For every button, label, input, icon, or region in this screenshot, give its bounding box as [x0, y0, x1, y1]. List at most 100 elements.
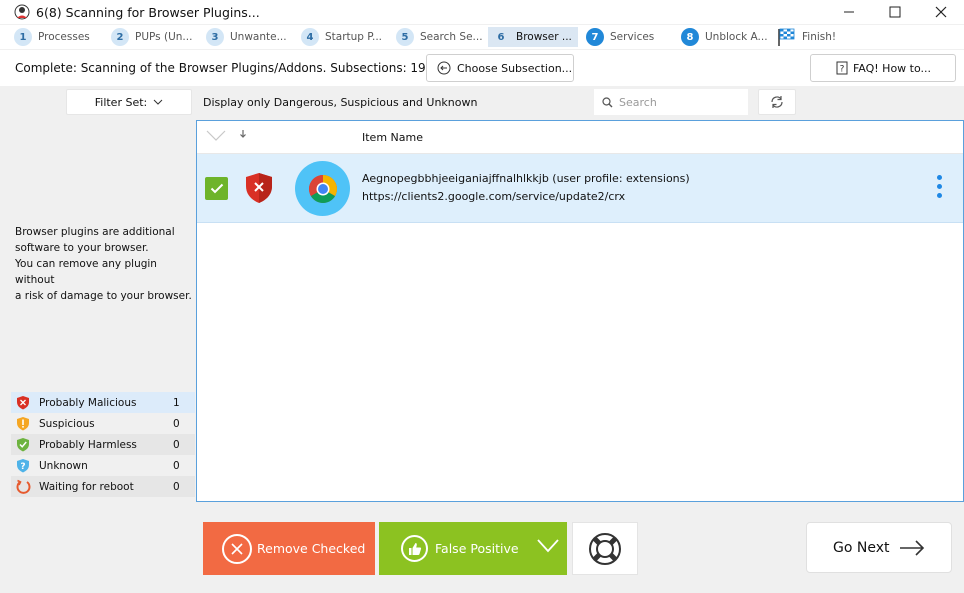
column-header-item-name[interactable]: Item Name — [362, 131, 423, 144]
stats-list: Probably Malicious 1 Suspicious 0 Probab… — [11, 392, 195, 497]
shield-exclamation-icon — [17, 417, 29, 431]
items-table: Item Name Aegnopegbbhjeeiganiajffnalhlkk… — [196, 120, 964, 502]
step-unwanted[interactable]: 3 Unwante... — [206, 27, 287, 47]
stat-suspicious[interactable]: Suspicious 0 — [11, 413, 195, 434]
checkered-flag-icon — [778, 28, 795, 46]
step-label: Processes — [38, 31, 90, 43]
description-line: Browser plugins are additional — [15, 226, 175, 238]
stat-waiting-for-reboot[interactable]: Waiting for reboot 0 — [11, 476, 195, 497]
close-circle-icon — [231, 542, 243, 555]
step-unblock[interactable]: 8 Unblock A... — [681, 27, 768, 47]
item-name: Aegnopegbbhjeeiganiajffnalhlkkjb (user p… — [362, 172, 690, 185]
go-next-button[interactable]: Go Next — [806, 522, 952, 573]
step-number: 1 — [14, 28, 32, 46]
description-line: You can remove any plugin without — [15, 258, 157, 286]
minimize-button[interactable] — [826, 0, 872, 24]
filter-bar: Filter Set: Display only Dangerous, Susp… — [0, 86, 964, 118]
minimize-icon — [844, 11, 854, 13]
sort-arrow-icon[interactable] — [239, 129, 247, 139]
step-number: 2 — [111, 28, 129, 46]
row-checkbox[interactable] — [205, 177, 228, 200]
shield-check-icon — [17, 438, 29, 452]
left-panel: Browser plugins are additional software … — [0, 118, 196, 502]
check-all-chevron-icon[interactable] — [206, 130, 226, 142]
chrome-icon — [295, 161, 350, 216]
step-number: 7 — [586, 28, 604, 46]
stat-unknown[interactable]: ? Unknown 0 — [11, 455, 195, 476]
window-title: 6(8) Scanning for Browser Plugins... — [36, 4, 260, 20]
close-button[interactable] — [918, 0, 964, 24]
arrow-right-icon — [900, 539, 925, 556]
help-lifebuoy-button[interactable] — [572, 522, 638, 575]
refresh-button[interactable] — [758, 89, 796, 115]
svg-text:?: ? — [20, 462, 25, 472]
step-pups[interactable]: 2 PUPs (Un... — [111, 27, 192, 47]
checkmark-icon — [210, 183, 223, 194]
stat-label: Waiting for reboot — [39, 480, 134, 493]
stat-probably-harmless[interactable]: Probably Harmless 0 — [11, 434, 195, 455]
description-line: software to your browser. — [15, 242, 149, 254]
stat-count: 0 — [173, 480, 180, 493]
step-number: 8 — [681, 28, 699, 46]
false-positive-label: False Positive — [435, 541, 519, 556]
step-label: Unwante... — [230, 31, 287, 43]
step-search[interactable]: 5 Search Se... — [396, 27, 483, 47]
steps-bar: 1 Processes 2 PUPs (Un... 3 Unwante... 4… — [0, 25, 964, 49]
thumbs-up-icon — [408, 542, 421, 555]
bottom-bar: Remove Checked False Positive Go Next — [0, 502, 964, 593]
more-options-icon[interactable] — [935, 175, 943, 198]
stat-label: Probably Malicious — [39, 396, 137, 409]
refresh-icon — [771, 96, 783, 108]
go-next-label: Go Next — [833, 539, 890, 556]
app-icon — [14, 4, 30, 20]
table-row[interactable]: Aegnopegbbhjeeiganiajffnalhlkkjb (user p… — [197, 154, 963, 223]
faq-button[interactable]: ? FAQ! How to... — [810, 54, 956, 82]
header-bar: Complete: Scanning of the Browser Plugin… — [0, 50, 964, 86]
step-label: Unblock A... — [705, 31, 768, 43]
step-startup[interactable]: 4 Startup P... — [301, 27, 382, 47]
stat-label: Suspicious — [39, 417, 95, 430]
false-positive-button[interactable]: False Positive — [379, 522, 567, 575]
stat-label: Unknown — [39, 459, 88, 472]
stat-probably-malicious[interactable]: Probably Malicious 1 — [11, 392, 195, 413]
step-label: Browser ... — [516, 31, 572, 43]
remove-checked-button[interactable]: Remove Checked — [203, 522, 375, 575]
faq-label: FAQ! How to... — [852, 61, 932, 75]
display-only-filter-text[interactable]: Display only Dangerous, Suspicious and U… — [203, 96, 477, 109]
step-label: Finish! — [802, 31, 837, 43]
close-icon — [935, 6, 947, 18]
remove-checked-label: Remove Checked — [257, 541, 366, 556]
step-number: 6 — [497, 31, 505, 43]
chevron-down-icon — [153, 99, 163, 105]
lifebuoy-icon — [589, 532, 621, 565]
search-icon — [602, 96, 613, 107]
stat-count: 0 — [173, 459, 180, 472]
search-box[interactable] — [594, 89, 748, 115]
description-text: Browser plugins are additional software … — [15, 224, 195, 304]
stat-label: Probably Harmless — [39, 438, 137, 451]
step-label: Search Se... — [420, 31, 483, 43]
step-number: 5 — [396, 28, 414, 46]
step-processes[interactable]: 1 Processes — [14, 27, 90, 47]
filter-set-label: Filter Set: — [94, 95, 148, 109]
stat-count: 1 — [173, 396, 180, 409]
choose-subsection-button[interactable]: Choose Subsection... — [426, 54, 574, 82]
step-finish[interactable]: Finish! — [776, 27, 836, 47]
help-doc-icon: ? — [836, 61, 848, 75]
table-header: Item Name — [197, 121, 963, 154]
stat-count: 0 — [173, 438, 180, 451]
step-label: PUPs (Un... — [135, 31, 193, 43]
chevron-down-icon[interactable] — [537, 539, 559, 553]
step-browser[interactable]: 6 Browser ... — [488, 27, 578, 47]
malicious-shield-icon — [246, 173, 272, 203]
step-label: Services — [610, 31, 655, 43]
shield-question-icon: ? — [17, 459, 29, 473]
search-input[interactable] — [619, 95, 739, 109]
scan-status-text: Complete: Scanning of the Browser Plugin… — [15, 61, 426, 75]
maximize-button[interactable] — [872, 0, 918, 24]
reboot-icon — [16, 479, 30, 494]
choose-subsection-label: Choose Subsection... — [457, 61, 573, 75]
step-services[interactable]: 7 Services — [586, 27, 654, 47]
filter-set-dropdown[interactable]: Filter Set: — [66, 89, 192, 115]
svg-text:?: ? — [840, 65, 845, 75]
